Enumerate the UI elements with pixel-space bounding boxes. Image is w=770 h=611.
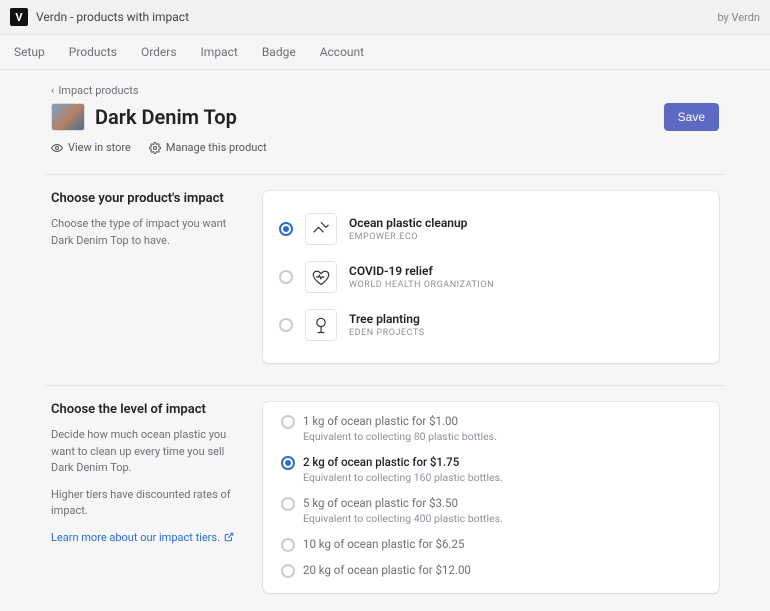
level-section-title: Choose the level of impact <box>51 402 241 417</box>
tier-label: 5 kg of ocean plastic for $3.50 <box>303 496 703 510</box>
divider <box>45 174 725 175</box>
tab-setup[interactable]: Setup <box>14 45 45 59</box>
radio-input[interactable] <box>279 222 293 236</box>
gear-icon <box>149 142 161 154</box>
back-label: Impact products <box>58 84 138 97</box>
manage-product-link[interactable]: Manage this product <box>149 141 267 154</box>
eye-icon <box>51 142 63 154</box>
radio-input[interactable] <box>281 564 295 578</box>
tab-products[interactable]: Products <box>69 45 117 59</box>
impact-option-name: Tree planting <box>349 312 425 326</box>
covid-relief-icon <box>305 261 337 293</box>
app-logo: V <box>10 8 28 26</box>
tier-label: 20 kg of ocean plastic for $12.00 <box>303 563 703 577</box>
tier-label: 1 kg of ocean plastic for $1.00 <box>303 414 703 428</box>
tier-equivalent: Equivalent to collecting 80 plastic bott… <box>303 430 703 443</box>
topbar: V Verdn - products with impact by Verdn <box>0 0 770 35</box>
level-section-desc: Decide how much ocean plastic you want t… <box>51 427 241 477</box>
impact-option[interactable]: Tree planting EDEN PROJECTS <box>279 301 703 349</box>
level-section-desc2: Higher tiers have discounted rates of im… <box>51 487 241 520</box>
impact-options-card: Ocean plastic cleanup EMPOWER.ECO COVID-… <box>263 191 719 363</box>
impact-option-name: COVID-19 relief <box>349 264 494 278</box>
ocean-plastic-icon <box>305 213 337 245</box>
tier-options-card: 1 kg of ocean plastic for $1.00 Equivale… <box>263 402 719 593</box>
divider <box>45 385 725 386</box>
tier-option[interactable]: 1 kg of ocean plastic for $1.00 Equivale… <box>279 410 703 451</box>
impact-section-desc: Choose the type of impact you want Dark … <box>51 216 241 249</box>
tier-label: 2 kg of ocean plastic for $1.75 <box>303 455 703 469</box>
tier-label: 10 kg of ocean plastic for $6.25 <box>303 537 703 551</box>
impact-option[interactable]: Ocean plastic cleanup EMPOWER.ECO <box>279 205 703 253</box>
impact-option-name: Ocean plastic cleanup <box>349 216 467 230</box>
tab-account[interactable]: Account <box>320 45 364 59</box>
view-in-store-link[interactable]: View in store <box>51 141 131 154</box>
main-tabs: Setup Products Orders Impact Badge Accou… <box>0 35 770 70</box>
back-link[interactable]: ‹ Impact products <box>45 84 725 97</box>
tier-option[interactable]: 5 kg of ocean plastic for $3.50 Equivale… <box>279 492 703 533</box>
radio-input[interactable] <box>281 415 295 429</box>
impact-option-org: WORLD HEALTH ORGANIZATION <box>349 280 494 290</box>
impact-section-title: Choose your product's impact <box>51 191 241 206</box>
impact-option-org: EMPOWER.ECO <box>349 232 467 242</box>
impact-option[interactable]: COVID-19 relief WORLD HEALTH ORGANIZATIO… <box>279 253 703 301</box>
tier-equivalent: Equivalent to collecting 160 plastic bot… <box>303 471 703 484</box>
product-thumbnail <box>51 103 85 131</box>
radio-input[interactable] <box>279 270 293 284</box>
tab-orders[interactable]: Orders <box>141 45 177 59</box>
chevron-left-icon: ‹ <box>51 84 54 97</box>
byline: by Verdn <box>717 11 760 24</box>
tier-option[interactable]: 20 kg of ocean plastic for $12.00 <box>279 559 703 585</box>
page-title: Dark Denim Top <box>95 105 237 129</box>
tree-icon <box>305 309 337 341</box>
tier-equivalent: Equivalent to collecting 400 plastic bot… <box>303 512 703 525</box>
save-button[interactable]: Save <box>664 103 719 131</box>
app-title: Verdn - products with impact <box>36 10 189 24</box>
radio-input[interactable] <box>279 318 293 332</box>
radio-input[interactable] <box>281 456 295 470</box>
tab-badge[interactable]: Badge <box>262 45 296 59</box>
external-link-icon <box>224 532 234 542</box>
radio-input[interactable] <box>281 538 295 552</box>
impact-option-org: EDEN PROJECTS <box>349 328 425 338</box>
learn-tiers-link[interactable]: Learn more about our impact tiers. <box>51 531 234 544</box>
radio-input[interactable] <box>281 497 295 511</box>
tier-option[interactable]: 2 kg of ocean plastic for $1.75 Equivale… <box>279 451 703 492</box>
tab-impact[interactable]: Impact <box>201 45 238 59</box>
tier-option[interactable]: 10 kg of ocean plastic for $6.25 <box>279 533 703 559</box>
